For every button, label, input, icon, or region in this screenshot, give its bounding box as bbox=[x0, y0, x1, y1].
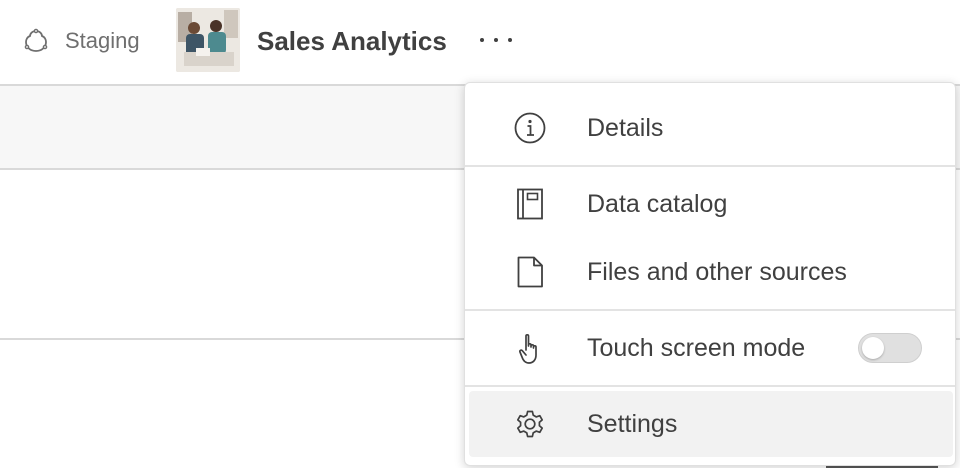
info-icon bbox=[514, 112, 546, 144]
menu-divider bbox=[465, 385, 955, 387]
menu-divider bbox=[465, 165, 955, 167]
touch-screen-mode-toggle[interactable] bbox=[858, 333, 922, 363]
space-label[interactable]: Staging bbox=[65, 27, 140, 55]
book-icon bbox=[517, 188, 543, 220]
menu-divider bbox=[465, 309, 955, 311]
app-header: Staging Sales Analytics bbox=[0, 0, 960, 86]
menu-item-label: Files and other sources bbox=[587, 258, 847, 286]
more-options-menu: Details Data catalog Files and other sou… bbox=[464, 82, 956, 466]
space-icon bbox=[24, 28, 48, 52]
menu-item-settings[interactable]: Settings bbox=[469, 391, 953, 457]
more-options-button[interactable] bbox=[472, 24, 520, 56]
touch-hand-icon bbox=[519, 333, 537, 364]
more-horizontal-icon bbox=[480, 38, 484, 42]
menu-item-details[interactable]: Details bbox=[465, 95, 955, 161]
menu-item-label: Settings bbox=[587, 410, 678, 438]
menu-item-data-catalog[interactable]: Data catalog bbox=[465, 171, 955, 237]
app-title: Sales Analytics bbox=[257, 26, 447, 56]
file-icon bbox=[517, 256, 543, 288]
menu-item-label: Data catalog bbox=[587, 190, 728, 218]
menu-item-label: Details bbox=[587, 114, 664, 142]
menu-item-touch-screen-mode[interactable]: Touch screen mode bbox=[465, 315, 955, 381]
menu-item-files-and-other-sources[interactable]: Files and other sources bbox=[465, 239, 955, 305]
toggle-knob bbox=[862, 337, 884, 359]
app-thumbnail bbox=[176, 8, 240, 72]
menu-item-label: Touch screen mode bbox=[587, 334, 806, 362]
gear-icon bbox=[516, 410, 544, 438]
